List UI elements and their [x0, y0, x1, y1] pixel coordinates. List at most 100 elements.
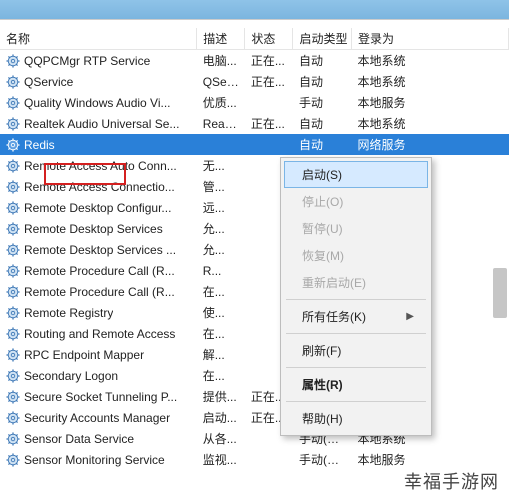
service-row[interactable]: Remote Procedure Call (R...在...网络服务	[0, 281, 509, 302]
service-row[interactable]: Sensor Data Service从各...手动(触发...本地系统	[0, 428, 509, 449]
gear-icon	[6, 96, 20, 110]
service-desc: 优质...	[197, 92, 245, 113]
table-header-row: 名称 描述 状态 启动类型 登录为	[0, 28, 509, 50]
col-header-desc[interactable]: 描述	[197, 28, 245, 50]
service-name: Remote Desktop Services ...	[24, 243, 176, 257]
gear-icon	[6, 159, 20, 173]
service-desc: R...	[197, 260, 245, 281]
ctx-restart: 重新启动(E)	[284, 269, 428, 296]
ctx-properties[interactable]: 属性(R)	[284, 371, 428, 398]
service-status	[245, 134, 293, 155]
gear-icon	[6, 117, 20, 131]
gear-icon	[6, 264, 20, 278]
service-desc: 在...	[197, 281, 245, 302]
ctx-all-tasks[interactable]: 所有任务(K) ▶	[284, 303, 428, 330]
service-desc: 解...	[197, 344, 245, 365]
service-logon: 本地服务	[352, 92, 509, 113]
gear-icon	[6, 432, 20, 446]
service-start-type: 手动(触发...	[293, 449, 352, 470]
col-header-name[interactable]: 名称	[0, 28, 197, 50]
watermark-text: 幸福手游网	[404, 468, 499, 494]
service-status: 正在...	[245, 113, 293, 134]
service-row[interactable]: Remote Desktop Configur...远...本地系统	[0, 197, 509, 218]
service-desc: Realt...	[197, 113, 245, 134]
service-row[interactable]: Remote Procedure Call (R...R...网络服务	[0, 260, 509, 281]
service-start-type: 自动	[293, 134, 352, 155]
service-name: Remote Registry	[24, 306, 113, 320]
gear-icon	[6, 453, 20, 467]
service-start-type: 手动	[293, 92, 352, 113]
gear-icon	[6, 369, 20, 383]
ctx-help[interactable]: 帮助(H)	[284, 405, 428, 432]
service-status: 正在...	[245, 71, 293, 92]
service-desc: QSer...	[197, 71, 245, 92]
service-desc: 允...	[197, 218, 245, 239]
services-table: 名称 描述 状态 启动类型 登录为 QQPCMgr RTP Service电脑.…	[0, 28, 509, 470]
col-header-start[interactable]: 启动类型	[293, 28, 352, 50]
service-desc: 在...	[197, 323, 245, 344]
service-name: Secure Socket Tunneling P...	[24, 390, 177, 404]
col-header-logon[interactable]: 登录为	[352, 28, 509, 50]
service-row[interactable]: Remote Desktop Services允...网络服务	[0, 218, 509, 239]
service-row[interactable]: Secondary Logon在...本地系统	[0, 365, 509, 386]
vertical-scrollbar-thumb[interactable]	[493, 268, 507, 318]
service-name: Security Accounts Manager	[24, 411, 170, 425]
gear-icon	[6, 306, 20, 320]
service-status: 正在...	[245, 50, 293, 72]
ctx-resume: 恢复(M)	[284, 242, 428, 269]
gear-icon	[6, 285, 20, 299]
service-row[interactable]: Remote Access Auto Conn...无...手动本地系统	[0, 155, 509, 176]
gear-icon	[6, 75, 20, 89]
service-name: Remote Access Connectio...	[24, 180, 175, 194]
service-row[interactable]: Secure Socket Tunneling P...提供...正在...手动…	[0, 386, 509, 407]
ctx-refresh[interactable]: 刷新(F)	[284, 337, 428, 364]
service-row[interactable]: Security Accounts Manager启动...正在...自动本地系…	[0, 407, 509, 428]
service-name: Sensor Data Service	[24, 432, 134, 446]
service-row[interactable]: Remote Desktop Services ...允...本地系统	[0, 239, 509, 260]
service-row[interactable]: Routing and Remote Access在...本地系统	[0, 323, 509, 344]
service-row[interactable]: Redis自动网络服务	[0, 134, 509, 155]
service-name: QQPCMgr RTP Service	[24, 54, 150, 68]
service-desc: 提供...	[197, 386, 245, 407]
service-desc: 监视...	[197, 449, 245, 470]
col-header-status[interactable]: 状态	[245, 28, 293, 50]
service-desc: 允...	[197, 239, 245, 260]
ctx-separator	[286, 367, 426, 368]
service-row[interactable]: RPC Endpoint Mapper解...网络服务	[0, 344, 509, 365]
gear-icon	[6, 138, 20, 152]
service-start-type: 自动	[293, 113, 352, 134]
service-desc: 无...	[197, 155, 245, 176]
service-row[interactable]: Realtek Audio Universal Se...Realt...正在.…	[0, 113, 509, 134]
service-row[interactable]: Sensor Monitoring Service监视...手动(触发...本地…	[0, 449, 509, 470]
service-name: Redis	[24, 138, 55, 152]
gear-icon	[6, 390, 20, 404]
service-row[interactable]: Remote Registry使...本地服务	[0, 302, 509, 323]
gear-icon	[6, 411, 20, 425]
service-status	[245, 92, 293, 113]
service-name: Sensor Monitoring Service	[24, 453, 165, 467]
service-name: Remote Procedure Call (R...	[24, 285, 175, 299]
ctx-separator	[286, 401, 426, 402]
ctx-separator	[286, 333, 426, 334]
service-status	[245, 449, 293, 470]
services-list-pane: 名称 描述 状态 启动类型 登录为 QQPCMgr RTP Service电脑.…	[0, 20, 509, 500]
service-desc: 使...	[197, 302, 245, 323]
gear-icon	[6, 348, 20, 362]
service-row[interactable]: QServiceQSer...正在...自动本地系统	[0, 71, 509, 92]
service-name: RPC Endpoint Mapper	[24, 348, 144, 362]
service-desc	[197, 134, 245, 155]
gear-icon	[6, 201, 20, 215]
ctx-start[interactable]: 启动(S)	[284, 161, 428, 188]
gear-icon	[6, 243, 20, 257]
service-desc: 启动...	[197, 407, 245, 428]
gear-icon	[6, 180, 20, 194]
gear-icon	[6, 54, 20, 68]
service-desc: 从各...	[197, 428, 245, 449]
service-name: QService	[24, 75, 73, 89]
service-logon: 本地系统	[352, 71, 509, 92]
service-row[interactable]: QQPCMgr RTP Service电脑...正在...自动本地系统	[0, 50, 509, 72]
service-row[interactable]: Quality Windows Audio Vi...优质...手动本地服务	[0, 92, 509, 113]
service-name: Routing and Remote Access	[24, 327, 175, 341]
ctx-pause: 暂停(U)	[284, 215, 428, 242]
service-row[interactable]: Remote Access Connectio...管...本地系统	[0, 176, 509, 197]
